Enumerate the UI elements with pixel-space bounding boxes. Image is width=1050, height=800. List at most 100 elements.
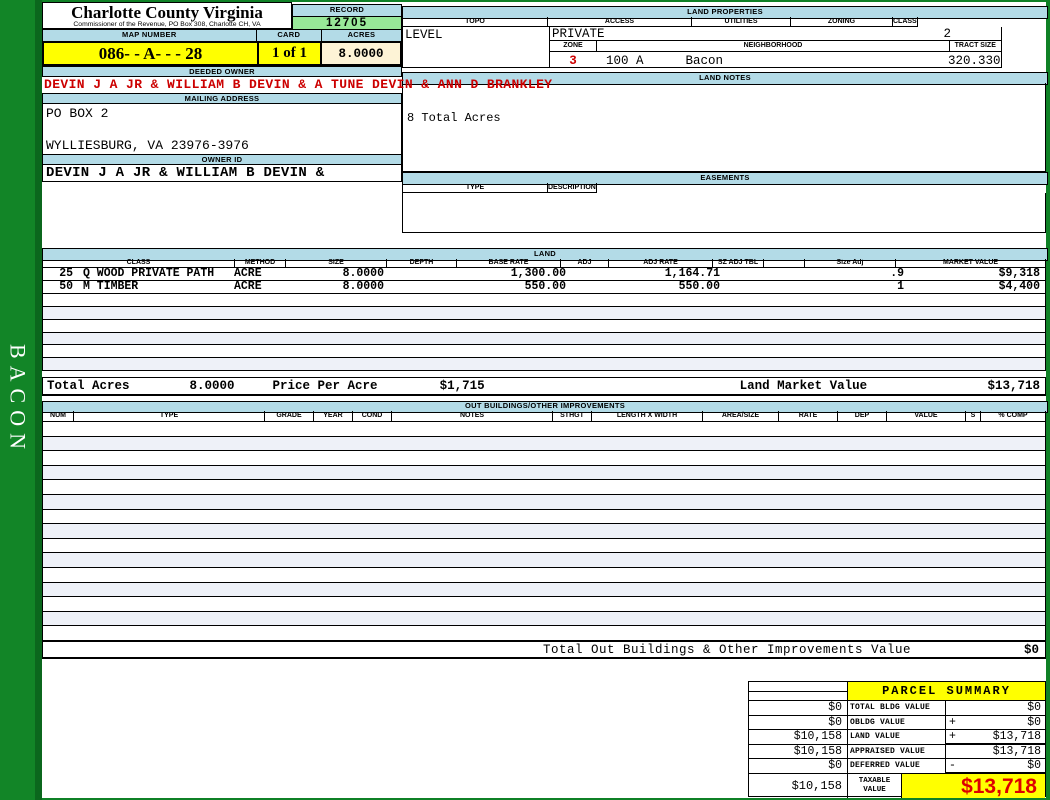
county-subtitle: Commissioner of the Revenue, PO Box 308,…: [73, 21, 261, 28]
land-notes-box: 8 Total Acres: [402, 83, 1046, 172]
prior-value: $10,158: [749, 744, 848, 760]
row-operator: +: [949, 730, 956, 744]
land-row-depth: [394, 268, 463, 280]
land-section: LAND CLASS METHOD SIZE DEPTH BASE RATE A…: [42, 248, 1048, 396]
empty-row: [43, 294, 1045, 307]
parcel-summary-taxable-row: $10,158 TAXABLE VALUE $13,718: [749, 773, 1045, 798]
parcel-summary-title: PARCEL SUMMARY: [848, 682, 1045, 701]
empty-row: [43, 494, 1045, 510]
map-number-header-row: MAP NUMBER CARD ACRES: [42, 29, 402, 43]
empty-row: [43, 626, 1045, 641]
class-value: 2: [943, 27, 952, 41]
row-label: APPRAISED VALUE: [848, 744, 946, 760]
parcel-summary-header: PARCEL SUMMARY: [749, 682, 1045, 701]
tract-size-value: 320.330: [948, 54, 1001, 68]
empty-row: [43, 422, 1045, 437]
map-number-value-row: 086- - A- - - 28 1 of 1 8.0000: [42, 41, 402, 66]
out-buildings-total-label: Total Out Buildings & Other Improvements…: [543, 642, 912, 657]
land-properties-body: LEVEL PRIVATE 2 ZONE NEIGHBORHOOD TRACT …: [402, 27, 1002, 68]
mailing-address-box: PO BOX 2 WYLLIESBURG, VA 23976-3976: [42, 104, 402, 154]
empty-row: [43, 345, 1045, 359]
price-per-acre-value: $1,715: [439, 379, 485, 393]
county-title: Charlotte County Virginia: [71, 3, 263, 22]
row-value: $0: [1027, 759, 1041, 773]
empty-row: [43, 611, 1045, 627]
zone-value: 3: [569, 54, 577, 68]
land-row: 50 M TIMBER ACRE 8.0000 550.00 550.00 1 $…: [42, 281, 1046, 294]
land-row-method: ACRE: [234, 267, 262, 280]
ob-col-length-width: LENGTH X WIDTH: [592, 411, 703, 422]
ob-col-grade: GRADE: [265, 411, 314, 422]
taxable-label: TAXABLE VALUE: [848, 773, 902, 798]
prior-value: $0: [749, 715, 848, 731]
row-operator: +: [949, 715, 956, 729]
utilities-value: [695, 27, 793, 40]
ob-col-notes: NOTES: [392, 411, 553, 422]
county-header: Charlotte County Virginia Commissioner o…: [42, 2, 292, 29]
row-value: $0: [1027, 715, 1041, 729]
empty-row: [43, 451, 1045, 466]
land-row-num: 50: [59, 280, 73, 293]
land-row-adj: [570, 281, 617, 293]
land-col-adj: ADJ: [561, 259, 609, 268]
empty-row: [43, 539, 1045, 554]
owner-id-label: OWNER ID: [42, 154, 402, 165]
land-row-sz-adj-tbl: [724, 281, 774, 293]
record-label: RECORD: [292, 4, 402, 17]
land-row-market-value: $9,318: [998, 267, 1040, 280]
land-row-adj-rate: 1,164.71: [664, 267, 720, 280]
taxable-prior-value: $10,158: [749, 773, 848, 798]
easements-body: [402, 193, 1046, 233]
row-operator: [946, 701, 963, 715]
ob-col-num: NUM: [43, 411, 74, 422]
land-empty-rows: [42, 294, 1046, 372]
easement-description-label: DESCRIPTION: [548, 184, 596, 193]
row-label: LAND VALUE: [848, 730, 946, 745]
deeded-owner-label: DEEDED OWNER: [42, 66, 402, 77]
prior-value: $0: [749, 759, 848, 774]
zone-label: ZONE: [550, 41, 597, 51]
ob-col-value: VALUE: [887, 411, 966, 422]
prior-value: $0: [749, 701, 848, 716]
out-buildings-header-row: NUM TYPE GRADE YEAR COND NOTES STHGT LEN…: [42, 411, 1046, 422]
row-label: DEFERRED VALUE: [848, 759, 946, 774]
neighborhood-value: 100 A Bacon: [596, 54, 948, 68]
land-row-adj: [570, 268, 617, 280]
empty-row: [43, 582, 1045, 598]
record-box: RECORD 12705: [292, 4, 402, 31]
empty-row: [43, 358, 1045, 372]
row-operator: [946, 745, 963, 759]
empty-row: [43, 510, 1045, 525]
land-col-sz-adj-tbl: SZ ADJ TBL: [713, 259, 764, 268]
ob-col-sthgt: STHGT: [553, 411, 592, 422]
land-col-depth: DEPTH: [387, 259, 457, 268]
land-row-size-adj: 1: [897, 280, 904, 293]
mailing-address-line2: WYLLIESBURG, VA 23976-3976: [46, 138, 249, 153]
out-buildings-total-value: $0: [1023, 642, 1039, 657]
ob-col-type: TYPE: [74, 411, 265, 422]
prior-value: $10,158: [749, 730, 848, 745]
parcel-summary-row: $0 TOTAL BLDG VALUE $0: [749, 701, 1045, 716]
neighborhood-name: Bacon: [685, 54, 724, 68]
land-market-value-value: $13,718: [987, 379, 1040, 393]
empty-row: [43, 480, 1045, 495]
empty-row: [43, 332, 1045, 346]
land-col-size-adj: Size Adj: [805, 259, 896, 268]
easement-type-label: TYPE: [403, 183, 548, 193]
ob-col-area-size: AREA/SIZE: [703, 411, 779, 422]
out-buildings-empty-rows: [42, 422, 1046, 641]
land-row-num: 25: [59, 267, 73, 280]
land-row-size: 8.0000: [342, 280, 384, 293]
land-totals-row: Total Acres 8.0000 Price Per Acre $1,715…: [42, 377, 1046, 396]
mailing-address-line1: PO BOX 2: [46, 106, 109, 121]
empty-row: [43, 436, 1045, 452]
deeded-owner-value: DEVIN J A JR & WILLIAM B DEVIN & A TUNE …: [44, 77, 553, 92]
land-col-blank: [764, 259, 805, 268]
tract-size-label: TRACT SIZE: [954, 42, 996, 49]
parcel-summary-row: $0 OBLDG VALUE + $0: [749, 715, 1045, 731]
land-row-base-rate: 1,300.00: [510, 267, 566, 280]
land-row-sz-adj-tbl: [724, 268, 774, 280]
parcel-summary-row: $0 DEFERRED VALUE - $0: [749, 759, 1045, 774]
land-row-depth: [394, 281, 463, 293]
ob-col-cond: COND: [353, 411, 392, 422]
